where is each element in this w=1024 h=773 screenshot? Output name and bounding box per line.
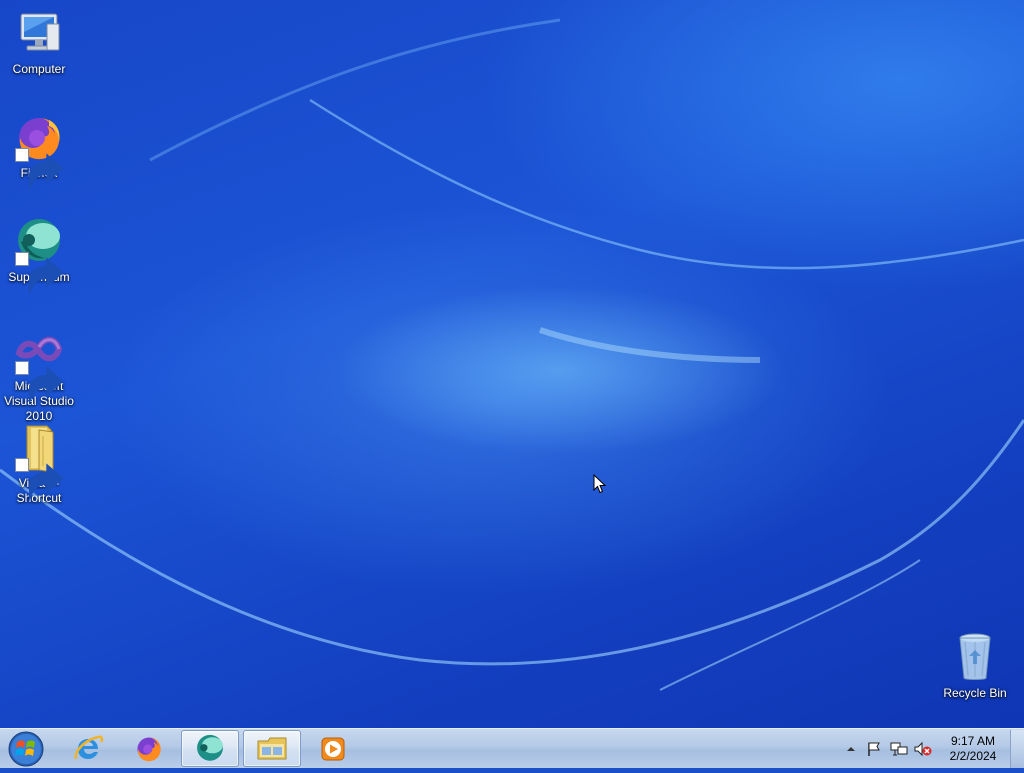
desktop-icon-firefox[interactable]: Firefox <box>1 112 77 193</box>
show-desktop-button[interactable] <box>1010 730 1024 768</box>
desktop-icon-vista7-shortcut[interactable]: Vista7 - Shortcut <box>1 422 77 506</box>
clock-time: 9:17 AM <box>950 734 996 748</box>
taskbar-button-supermium[interactable] <box>181 730 239 767</box>
show-hidden-icons-arrow[interactable] <box>843 741 859 757</box>
desktop-icon-supermium[interactable]: Supermium <box>1 216 77 297</box>
taskbar-button-media-player[interactable] <box>304 730 362 767</box>
taskbar-button-windows-explorer[interactable] <box>243 730 301 767</box>
folder-icon <box>13 422 65 503</box>
shortcut-arrow-icon <box>15 252 64 297</box>
recycle-bin-icon <box>949 632 1001 684</box>
windows-start-icon <box>8 731 44 767</box>
taskbar-button-firefox[interactable] <box>120 730 178 767</box>
taskbar-button-internet-explorer[interactable] <box>59 730 117 767</box>
desktop-icon-computer[interactable]: Computer <box>1 8 77 77</box>
supermium-icon <box>13 216 65 297</box>
start-button[interactable] <box>6 730 46 768</box>
firefox-icon <box>13 112 65 193</box>
tray-clock[interactable]: 9:17 AM 2/2/2024 <box>940 734 1006 764</box>
supermium-icon <box>197 734 223 761</box>
mouse-cursor-icon <box>593 474 607 494</box>
desktop-icon-label: Computer <box>12 62 66 76</box>
volume-muted-icon[interactable] <box>914 741 932 757</box>
wallpaper-swirls <box>0 18 1024 691</box>
computer-icon <box>13 8 65 60</box>
shortcut-arrow-icon <box>15 361 64 406</box>
desktop[interactable]: Computer Firefox <box>0 0 1024 728</box>
desktop-icon-visual-studio[interactable]: Microsoft Visual Studio 2010 <box>1 325 77 424</box>
action-center-flag-icon[interactable] <box>866 741 882 757</box>
clock-date: 2/2/2024 <box>949 749 997 763</box>
taskbar: 9:17 AM 2/2/2024 <box>0 728 1024 768</box>
visual-studio-icon <box>13 325 65 406</box>
network-icon[interactable] <box>890 741 908 757</box>
firefox-icon <box>137 736 161 761</box>
internet-explorer-icon <box>74 735 104 759</box>
desktop-icon-recycle-bin[interactable]: Recycle Bin <box>937 632 1013 701</box>
desktop-icon-label: Recycle Bin <box>943 686 1007 700</box>
media-player-icon <box>321 737 345 760</box>
shortcut-arrow-icon <box>15 458 64 503</box>
folder-icon <box>257 737 287 759</box>
shortcut-arrow-icon <box>15 148 64 193</box>
